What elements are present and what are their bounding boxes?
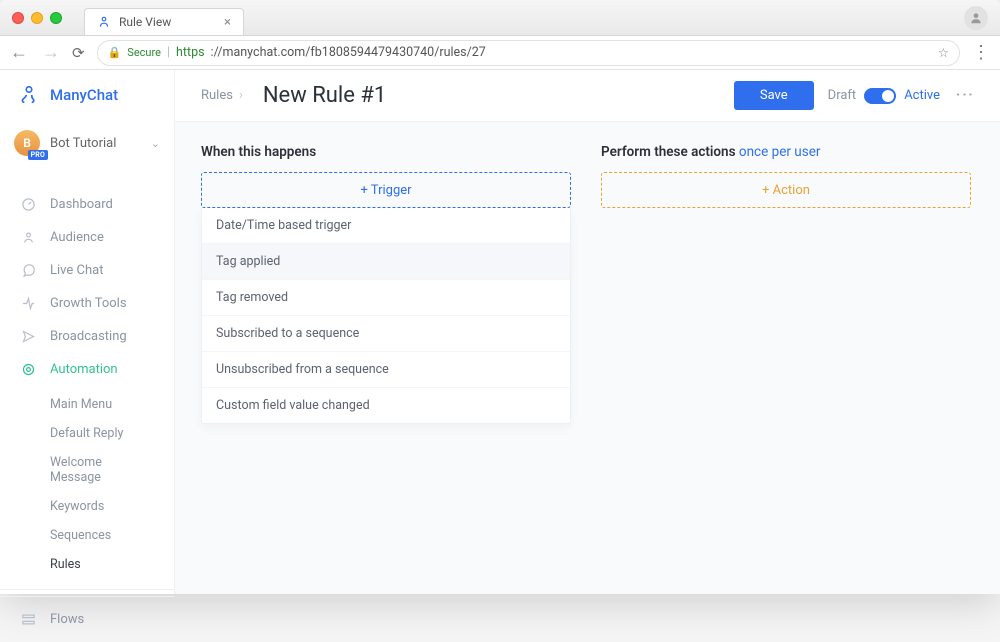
bookmark-star-icon[interactable]: ☆ xyxy=(938,45,949,61)
sidebar-item-label: Live Chat xyxy=(50,263,103,278)
browser-tabbar: Rule View × xyxy=(84,0,244,35)
automation-subnav: Main MenuDefault ReplyWelcome MessageKey… xyxy=(0,386,174,583)
brand-logo-icon xyxy=(18,84,40,106)
sidebar-item-flows[interactable]: Flows xyxy=(0,603,174,636)
topbar: Rules › New Rule #1 Save Draft Active ⋮ xyxy=(175,70,1000,122)
trigger-option[interactable]: Custom field value changed xyxy=(202,388,570,423)
sidebar-item-broadcasting[interactable]: Broadcasting xyxy=(0,320,174,353)
window-minimize-icon[interactable] xyxy=(31,12,43,24)
save-button[interactable]: Save xyxy=(734,81,814,110)
status-toggle: Draft Active xyxy=(828,88,940,104)
active-label: Active xyxy=(904,88,940,103)
sidebar-item-growth-tools[interactable]: Growth Tools xyxy=(0,287,174,320)
address-bar[interactable]: 🔒 Secure | https://manychat.com/fb180859… xyxy=(97,40,960,66)
trigger-option[interactable]: Tag removed xyxy=(202,280,570,316)
subnav-item-main-menu[interactable]: Main Menu xyxy=(0,390,174,419)
subnav-item-rules[interactable]: Rules xyxy=(0,550,174,579)
breadcrumb[interactable]: Rules › xyxy=(201,88,249,103)
brand[interactable]: ManyChat xyxy=(0,70,174,120)
action-column: Perform these actions once per user + Ac… xyxy=(601,144,971,208)
trigger-heading: When this happens xyxy=(201,144,571,160)
back-button[interactable]: ← xyxy=(10,44,28,62)
divider xyxy=(0,596,174,597)
trigger-option[interactable]: Unsubscribed from a sequence xyxy=(202,352,570,388)
window-zoom-icon[interactable] xyxy=(50,12,62,24)
more-menu-icon[interactable]: ⋮ xyxy=(954,86,975,106)
draft-label: Draft xyxy=(828,88,857,103)
subnav-item-default-reply[interactable]: Default Reply xyxy=(0,419,174,448)
window-close-icon[interactable] xyxy=(12,12,24,24)
browser-toolbar: ← → ⟳ 🔒 Secure | https://manychat.com/fb… xyxy=(0,36,1000,70)
reload-button[interactable]: ⟳ xyxy=(72,44,85,62)
brand-name: ManyChat xyxy=(50,86,118,104)
browser-nav-arrows: ← → xyxy=(10,44,60,62)
action-heading: Perform these actions once per user xyxy=(601,144,971,160)
sidebar-item-label: Audience xyxy=(50,230,104,245)
workspace-avatar: B PRO xyxy=(14,130,40,156)
sidebar-item-automation[interactable]: Automation xyxy=(0,353,174,386)
sidebar-item-label: Growth Tools xyxy=(50,296,127,311)
broadcast-icon xyxy=(20,329,36,344)
trigger-dropdown: Date/Time based triggerTag appliedTag re… xyxy=(201,208,571,424)
workspace-name: Bot Tutorial xyxy=(50,136,116,151)
sidebar-item-audience[interactable]: Audience xyxy=(0,221,174,254)
subnav-item-sequences[interactable]: Sequences xyxy=(0,521,174,550)
app-root: ManyChat B PRO Bot Tutorial ⌄ Dashboard A… xyxy=(0,70,1000,594)
forward-button[interactable]: → xyxy=(42,44,60,62)
lock-icon: 🔒 xyxy=(108,46,122,59)
mac-titlebar: Rule View × xyxy=(0,0,1000,36)
growth-icon xyxy=(20,296,36,311)
chevron-down-icon: ⌄ xyxy=(151,137,160,150)
avatar-letter: B xyxy=(23,136,31,150)
flows-icon xyxy=(20,612,36,627)
trigger-option[interactable]: Date/Time based trigger xyxy=(202,208,570,244)
main: Rules › New Rule #1 Save Draft Active ⋮ W… xyxy=(175,70,1000,594)
add-action-button[interactable]: + Action xyxy=(601,172,971,208)
page-title[interactable]: New Rule #1 xyxy=(263,83,386,108)
sidebar-item-label: Dashboard xyxy=(50,197,113,212)
workspace-switcher[interactable]: B PRO Bot Tutorial ⌄ xyxy=(0,120,174,170)
url-path: ://manychat.com/fb1808594479430740/rules… xyxy=(211,45,486,60)
automation-icon xyxy=(20,362,36,377)
sidebar: ManyChat B PRO Bot Tutorial ⌄ Dashboard A… xyxy=(0,70,175,594)
sidebar-item-label: Automation xyxy=(50,362,118,377)
rule-canvas: When this happens + Trigger Date/Time ba… xyxy=(175,122,1000,446)
once-per-user-link[interactable]: once per user xyxy=(739,144,821,160)
browser-menu-icon[interactable]: ⋮ xyxy=(972,42,990,63)
sidebar-item-label: Broadcasting xyxy=(50,329,127,344)
trigger-option[interactable]: Subscribed to a sequence xyxy=(202,316,570,352)
sidebar-item-label: Flows xyxy=(50,612,84,627)
audience-icon xyxy=(20,230,36,245)
url-protocol: https xyxy=(176,45,205,60)
browser-profile-icon[interactable] xyxy=(964,6,988,30)
breadcrumb-root[interactable]: Rules xyxy=(201,88,233,103)
pro-badge: PRO xyxy=(28,150,48,160)
active-toggle[interactable] xyxy=(864,88,896,104)
action-heading-text: Perform these actions xyxy=(601,144,739,160)
browser-tab[interactable]: Rule View × xyxy=(84,8,244,35)
dashboard-icon xyxy=(20,197,36,212)
subnav-item-keywords[interactable]: Keywords xyxy=(0,492,174,521)
trigger-option[interactable]: Tag applied xyxy=(202,244,570,280)
subnav-item-welcome-message[interactable]: Welcome Message xyxy=(0,448,174,492)
add-trigger-button[interactable]: + Trigger xyxy=(201,172,571,208)
divider xyxy=(0,589,174,590)
sidebar-item-dashboard[interactable]: Dashboard xyxy=(0,188,174,221)
tab-title: Rule View xyxy=(119,15,171,29)
chat-icon xyxy=(20,263,36,278)
sidebar-item-live-chat[interactable]: Live Chat xyxy=(0,254,174,287)
tab-favicon-icon xyxy=(97,15,111,29)
trigger-column: When this happens + Trigger Date/Time ba… xyxy=(201,144,571,424)
primary-nav: Dashboard Audience Live Chat Growth Tools Br… xyxy=(0,182,174,642)
tab-close-icon[interactable]: × xyxy=(224,15,231,30)
breadcrumb-sep-icon: › xyxy=(239,88,243,103)
secure-label: Secure xyxy=(127,46,161,59)
